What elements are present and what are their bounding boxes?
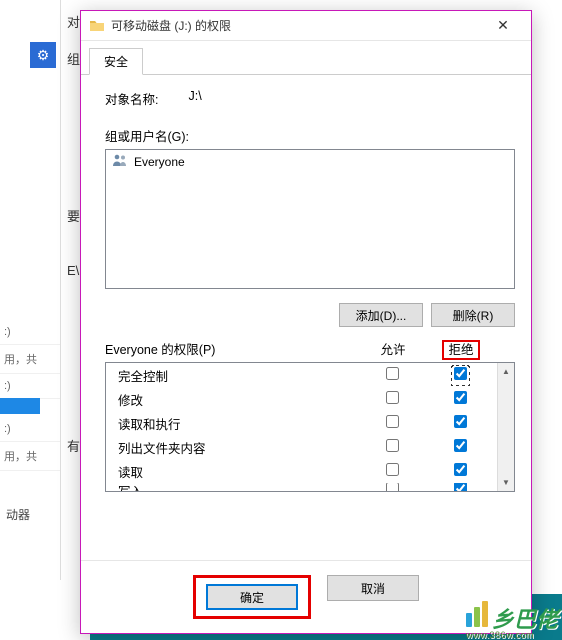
permissions-for-label: Everyone 的权限(P) <box>105 339 359 358</box>
watermark-url: www.386w.com <box>466 631 558 640</box>
close-button[interactable]: ✕ <box>483 12 523 40</box>
group-users-label-text: 组或用户名(G): <box>105 130 189 144</box>
remove-button[interactable]: 删除(R) <box>431 303 515 327</box>
watermark: 乡巴佬 www.386w.com <box>466 601 558 640</box>
permission-name: 读取 <box>118 462 358 481</box>
deny-header-highlight: 拒绝 <box>442 340 479 360</box>
dialog-footer: 确定 取消 <box>81 560 531 633</box>
dialog-body: 对象名称: J:\ 组或用户名(G): Everyone 添加(D)... 删除… <box>81 75 531 560</box>
object-name-value: J:\ <box>188 89 201 108</box>
principal-item-everyone[interactable]: Everyone <box>106 150 514 173</box>
titlebar: 可移动磁盘 (J:) 的权限 ✕ <box>81 11 531 41</box>
scroll-down-icon[interactable]: ▼ <box>498 474 514 491</box>
permission-name: 修改 <box>118 390 358 409</box>
ok-button-label: 确定 <box>240 589 264 606</box>
principal-buttons: 添加(D)... 删除(R) <box>105 303 515 327</box>
allow-checkbox[interactable] <box>386 391 399 404</box>
watermark-bars-icon <box>466 601 490 627</box>
permission-row: 列出文件夹内容 <box>106 435 497 459</box>
ok-button[interactable]: 确定 <box>206 584 298 610</box>
scroll-up-icon[interactable]: ▲ <box>498 363 514 380</box>
permission-row: 完全控制 <box>106 363 497 387</box>
remove-button-label: 删除(R) <box>453 307 494 324</box>
deny-checkbox[interactable] <box>454 439 467 452</box>
tab-label: 安全 <box>104 55 128 69</box>
add-button[interactable]: 添加(D)... <box>339 303 423 327</box>
object-name-row: 对象名称: J:\ <box>105 89 515 108</box>
permission-row: 修改 <box>106 387 497 411</box>
bg-highlight <box>0 398 40 414</box>
object-name-label: 对象名称: <box>105 89 158 108</box>
allow-checkbox[interactable] <box>386 483 399 492</box>
cancel-button-label: 取消 <box>361 580 385 597</box>
watermark-text: 乡巴佬 <box>492 607 558 632</box>
close-icon: ✕ <box>497 17 509 34</box>
permissions-list: 完全控制修改读取和执行列出文件夹内容读取写入 ▲ ▼ <box>105 362 515 492</box>
permission-name: 完全控制 <box>118 366 358 385</box>
scroll-track[interactable] <box>498 380 514 474</box>
allow-column-header: 允许 <box>359 339 427 358</box>
deny-checkbox[interactable] <box>454 415 467 428</box>
permission-row: 读取和执行 <box>106 411 497 435</box>
bg-app-icon: ⚙ <box>30 42 56 68</box>
dialog-title: 可移动磁盘 (J:) 的权限 <box>111 17 483 34</box>
users-icon <box>112 153 128 170</box>
deny-checkbox[interactable] <box>454 391 467 404</box>
group-users-label: 组或用户名(G): <box>105 126 515 145</box>
allow-checkbox[interactable] <box>386 463 399 476</box>
add-button-label: 添加(D)... <box>356 307 407 324</box>
allow-checkbox[interactable] <box>386 415 399 428</box>
scrollbar[interactable]: ▲ ▼ <box>497 363 514 491</box>
permissions-header: Everyone 的权限(P) 允许 拒绝 <box>105 339 515 358</box>
permission-row: 写入 <box>106 483 497 492</box>
folder-icon <box>89 18 105 34</box>
deny-checkbox[interactable] <box>454 367 467 380</box>
permission-row: 读取 <box>106 459 497 483</box>
allow-checkbox[interactable] <box>386 439 399 452</box>
bg-text: 动器 <box>6 506 30 523</box>
permission-name: 读取和执行 <box>118 414 358 433</box>
permissions-dialog: 可移动磁盘 (J:) 的权限 ✕ 安全 对象名称: J:\ 组或用户名(G): … <box>80 10 532 634</box>
ok-button-highlight: 确定 <box>193 575 311 619</box>
permission-name: 写入 <box>118 483 358 492</box>
tab-security[interactable]: 安全 <box>89 48 143 75</box>
cancel-button[interactable]: 取消 <box>327 575 419 601</box>
permission-name: 列出文件夹内容 <box>118 438 358 457</box>
principal-name: Everyone <box>134 155 185 169</box>
deny-checkbox[interactable] <box>454 483 467 492</box>
allow-checkbox[interactable] <box>386 367 399 380</box>
deny-column-header: 拒绝 <box>427 339 495 358</box>
deny-checkbox[interactable] <box>454 463 467 476</box>
principals-listbox[interactable]: Everyone <box>105 149 515 289</box>
tab-strip: 安全 <box>81 41 531 75</box>
